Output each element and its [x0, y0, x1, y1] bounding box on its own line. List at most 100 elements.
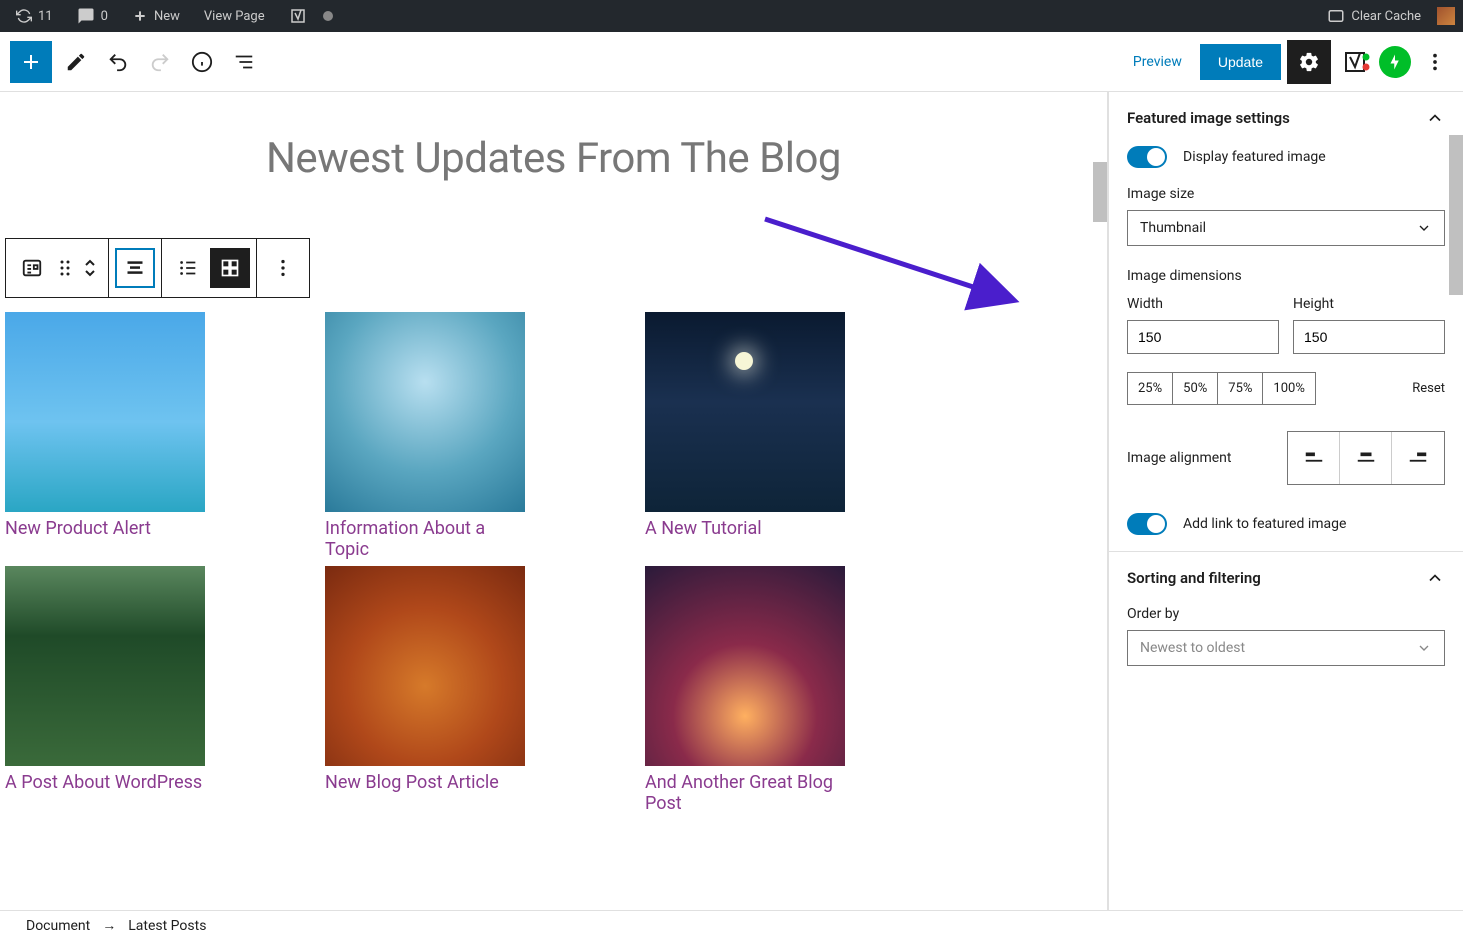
jetpack-button[interactable]: [1379, 46, 1411, 78]
featured-panel-title: Featured image settings: [1127, 109, 1290, 127]
dots-vertical-icon: [1424, 51, 1446, 73]
refresh-icon: [16, 8, 32, 24]
block-type-button[interactable]: [12, 248, 52, 288]
post-thumbnail[interactable]: [5, 312, 205, 512]
reset-link[interactable]: Reset: [1412, 381, 1445, 396]
jetpack-icon: [1386, 53, 1404, 71]
post-thumbnail[interactable]: [5, 566, 205, 766]
post-title-link[interactable]: Information About a Topic: [325, 518, 525, 560]
pending-count: 11: [38, 9, 53, 24]
yoast-status[interactable]: [1337, 44, 1373, 80]
post-item[interactable]: And Another Great Blog Post: [645, 566, 845, 814]
post-thumbnail[interactable]: [325, 566, 525, 766]
cache-icon: [1327, 7, 1345, 25]
breadcrumb-root[interactable]: Document: [26, 918, 90, 934]
update-button[interactable]: Update: [1200, 44, 1281, 80]
avatar[interactable]: [1437, 7, 1455, 25]
align-right-button[interactable]: [1392, 432, 1444, 484]
gear-icon: [1298, 51, 1320, 73]
block-more-button[interactable]: [263, 248, 303, 288]
admin-view-page[interactable]: View Page: [196, 0, 273, 32]
page-title[interactable]: Newest Updates From The Blog: [5, 134, 1102, 183]
width-input[interactable]: [1127, 320, 1279, 354]
height-input[interactable]: [1293, 320, 1445, 354]
post-item[interactable]: New Product Alert: [5, 312, 205, 560]
sorting-panel-toggle[interactable]: Sorting and filtering: [1127, 568, 1445, 588]
grid-view-button[interactable]: [210, 248, 250, 288]
add-block-button[interactable]: [10, 41, 52, 83]
dots-vertical-icon: [272, 257, 294, 279]
edit-tool-button[interactable]: [58, 44, 94, 80]
outline-icon: [233, 51, 255, 73]
align-button[interactable]: [115, 248, 155, 288]
redo-button[interactable]: [142, 44, 178, 80]
latest-posts-icon: [21, 257, 43, 279]
plus-icon: [132, 8, 148, 24]
post-item[interactable]: A New Tutorial: [645, 312, 845, 560]
image-size-label: Image size: [1127, 186, 1445, 202]
more-options-button[interactable]: [1417, 44, 1453, 80]
post-thumbnail[interactable]: [645, 312, 845, 512]
size-presets: 25%50%75%100%: [1127, 372, 1316, 405]
undo-icon: [107, 51, 129, 73]
width-label: Width: [1127, 296, 1279, 312]
admin-new[interactable]: New: [124, 0, 188, 32]
info-button[interactable]: [184, 44, 220, 80]
admin-comments[interactable]: 0: [69, 0, 116, 32]
admin-bar: 11 0 New View Page Clear Cache: [0, 0, 1463, 32]
post-title-link[interactable]: A Post About WordPress: [5, 772, 205, 793]
post-title-link[interactable]: And Another Great Blog Post: [645, 772, 845, 814]
canvas-scrollbar[interactable]: [1093, 162, 1107, 222]
size-preset-button[interactable]: 100%: [1263, 373, 1314, 404]
annotation-arrow: [755, 207, 1025, 317]
align-center-button[interactable]: [1340, 432, 1392, 484]
move-updown[interactable]: [78, 248, 102, 288]
post-title-link[interactable]: A New Tutorial: [645, 518, 845, 539]
preview-link[interactable]: Preview: [1121, 54, 1194, 70]
list-icon: [177, 257, 199, 279]
post-title-link[interactable]: New Blog Post Article: [325, 772, 525, 793]
size-preset-button[interactable]: 75%: [1218, 373, 1263, 404]
display-featured-toggle[interactable]: [1127, 146, 1167, 168]
chevron-updown-icon: [82, 258, 98, 278]
chevron-up-icon: [1425, 108, 1445, 128]
status-indicator-icon: [323, 11, 333, 21]
chevron-up-icon: [1425, 568, 1445, 588]
breadcrumb-leaf[interactable]: Latest Posts: [128, 918, 206, 934]
order-by-value: Newest to oldest: [1140, 640, 1245, 656]
new-label: New: [154, 9, 180, 24]
size-preset-button[interactable]: 25%: [1128, 373, 1173, 404]
page-scrollbar[interactable]: [1449, 135, 1463, 295]
admin-clear-cache[interactable]: Clear Cache: [1319, 0, 1429, 32]
featured-panel-toggle[interactable]: Featured image settings: [1127, 108, 1445, 128]
list-view-button[interactable]: [168, 248, 208, 288]
settings-button[interactable]: [1287, 40, 1331, 84]
post-thumbnail[interactable]: [325, 312, 525, 512]
undo-button[interactable]: [100, 44, 136, 80]
post-thumbnail[interactable]: [645, 566, 845, 766]
editor-toolbar: Preview Update: [0, 32, 1463, 92]
alignment-group: [1287, 431, 1445, 485]
post-item[interactable]: Information About a Topic: [325, 312, 525, 560]
post-item[interactable]: New Blog Post Article: [325, 566, 525, 814]
arrow-right-icon: →: [102, 917, 116, 934]
height-label: Height: [1293, 296, 1445, 312]
align-left-button[interactable]: [1288, 432, 1340, 484]
image-size-select[interactable]: Thumbnail: [1127, 210, 1445, 246]
post-title-link[interactable]: New Product Alert: [5, 518, 205, 539]
featured-image-panel: Featured image settings Display featured…: [1109, 92, 1463, 552]
admin-yoast[interactable]: [281, 0, 315, 32]
pencil-icon: [65, 51, 87, 73]
drag-handle[interactable]: [54, 248, 76, 288]
image-size-value: Thumbnail: [1140, 220, 1206, 236]
sorting-panel: Sorting and filtering Order by Newest to…: [1109, 552, 1463, 682]
size-preset-button[interactable]: 50%: [1173, 373, 1218, 404]
link-featured-toggle[interactable]: [1127, 513, 1167, 535]
yoast-icon: [289, 7, 307, 25]
post-item[interactable]: A Post About WordPress: [5, 566, 205, 814]
outline-button[interactable]: [226, 44, 262, 80]
admin-pending[interactable]: 11: [8, 0, 61, 32]
order-by-select[interactable]: Newest to oldest: [1127, 630, 1445, 666]
view-page-label: View Page: [204, 9, 265, 24]
editor-canvas[interactable]: Newest Updates From The Blog: [0, 92, 1108, 910]
